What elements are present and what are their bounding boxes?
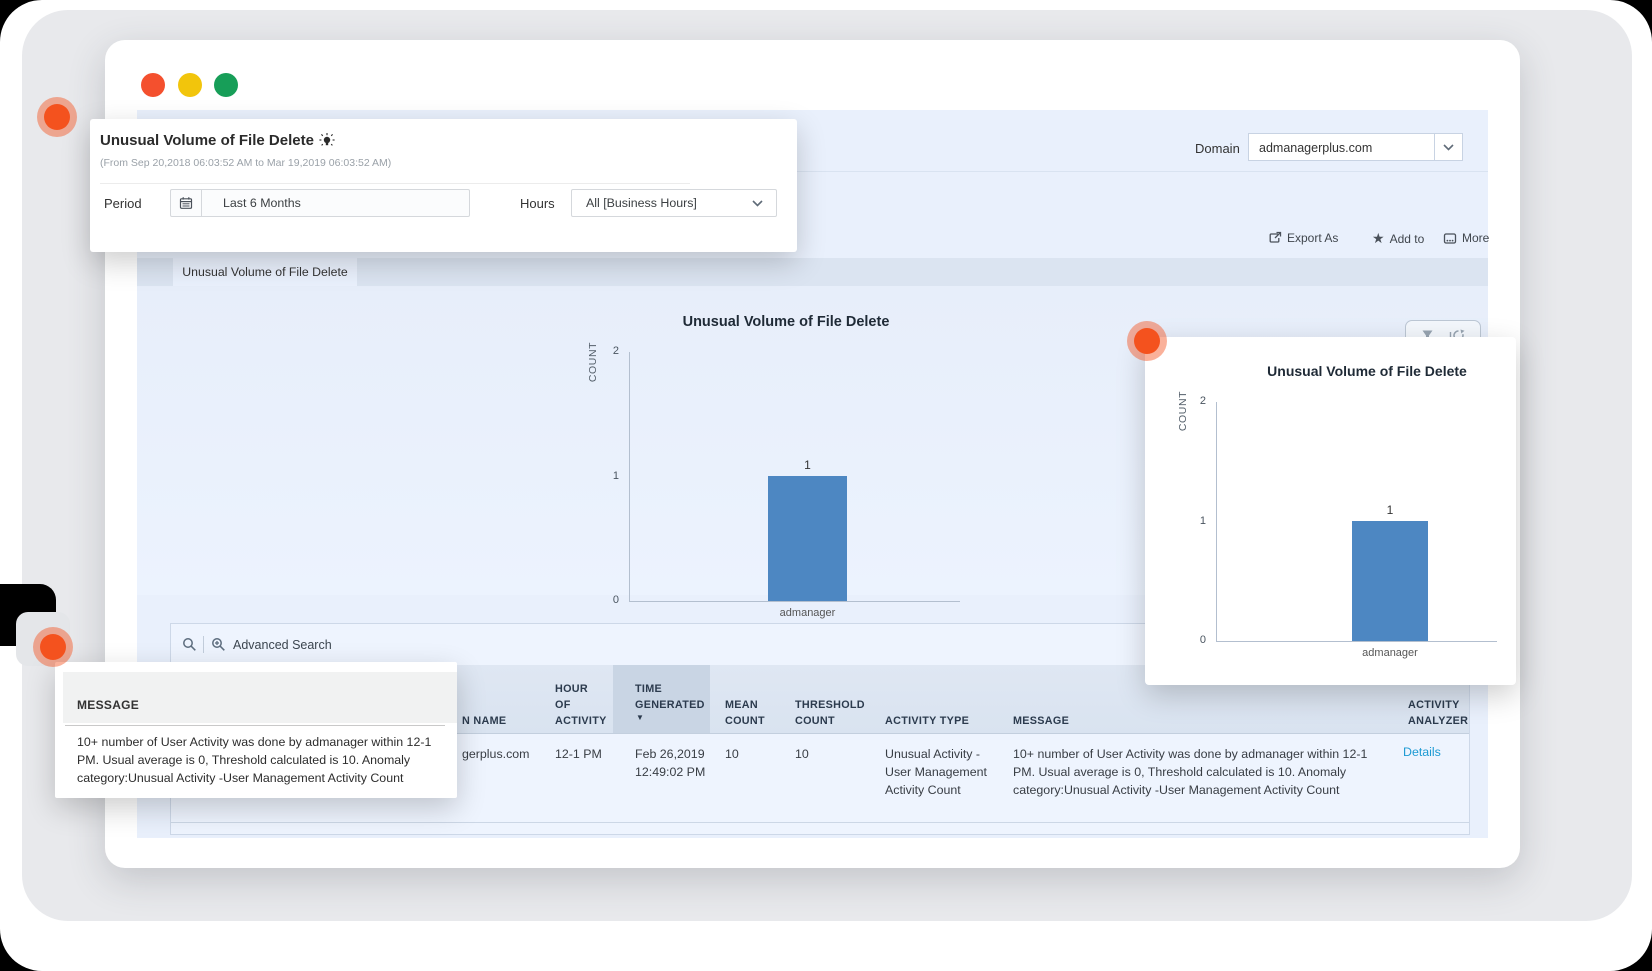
- cell-hour-of-activity: 12-1 PM: [555, 747, 602, 761]
- chart-title: Unusual Volume of File Delete: [1267, 363, 1467, 379]
- column-header-activity-type[interactable]: ACTIVITY TYPE: [885, 713, 969, 729]
- y-tick-label: 2: [612, 345, 619, 357]
- x-axis-line: [629, 601, 960, 602]
- report-title: Unusual Volume of File Delete: [100, 132, 314, 149]
- tab-unusual-volume-of-file-delete[interactable]: Unusual Volume of File Delete: [173, 258, 357, 286]
- traffic-light-close[interactable]: [141, 73, 165, 97]
- y-tick-label: 0: [1199, 634, 1206, 646]
- cell-message: 10+ number of User Activity was done by …: [1013, 747, 1368, 797]
- insight-bulb-icon: [319, 133, 335, 146]
- callout-marker-chart: [1127, 321, 1167, 361]
- cell-threshold-count: 10: [795, 747, 809, 761]
- domain-select[interactable]: admanagerplus.com: [1248, 133, 1435, 161]
- add-to-button[interactable]: ★ Add to: [1372, 230, 1424, 247]
- report-header-callout: Unusual Volume of File Delete (From Sep …: [90, 119, 797, 252]
- main-bar-chart: Unusual Volume of File Delete COUNT 0 1 2 1 ad…: [555, 300, 1035, 630]
- more-icon: [1443, 232, 1457, 244]
- cell-activity-type: Unusual Activity -User Management Activi…: [885, 747, 987, 797]
- y-tick-label: 0: [612, 594, 619, 606]
- bar-admanager: [768, 476, 847, 601]
- bar-value-label: 1: [804, 458, 811, 472]
- star-icon: ★: [1372, 230, 1385, 246]
- callout-marker-dot: [40, 634, 66, 660]
- cell-mean-count: 10: [725, 747, 739, 761]
- sort-descending-icon[interactable]: ▼: [636, 713, 644, 722]
- y-tick-label: 2: [1199, 395, 1206, 407]
- column-header-hour-of-activity[interactable]: HOUR OF ACTIVITY: [555, 681, 606, 729]
- row-divider: [171, 822, 1469, 823]
- message-callout-header: MESSAGE: [77, 698, 140, 712]
- column-header-message[interactable]: MESSAGE: [1013, 713, 1069, 729]
- cell-time-generated: Feb 26,2019 12:49:02 PM: [635, 747, 706, 779]
- y-tick-label: 1: [1199, 514, 1206, 527]
- y-axis-line: [1216, 402, 1217, 641]
- report-date-range: (From Sep 20,2018 06:03:52 AM to Mar 19,…: [100, 157, 392, 169]
- column-header-activity-analyzer[interactable]: ACTIVITY ANALYZER: [1408, 697, 1470, 729]
- domain-select-chevron-button[interactable]: [1435, 133, 1463, 161]
- tab-label: Unusual Volume of File Delete: [182, 265, 348, 279]
- domain-label: Domain: [1195, 141, 1240, 156]
- column-header-time-generated[interactable]: TIME GENERATED: [635, 681, 705, 713]
- toolbar-separator: [203, 636, 204, 653]
- export-as-label: Export As: [1287, 231, 1339, 245]
- column-header-domain-name[interactable]: N NAME: [462, 713, 506, 729]
- calendar-icon: [179, 197, 193, 209]
- column-header-threshold-count[interactable]: THRESHOLD COUNT: [795, 697, 869, 729]
- page: Domain admanagerplus.com Export As ★ Add…: [0, 0, 1652, 971]
- export-icon: [1269, 231, 1282, 243]
- x-category-label: admanager: [1362, 647, 1418, 659]
- advanced-search-icon: [212, 638, 225, 651]
- calendar-button[interactable]: [171, 190, 202, 216]
- advanced-search-label: Advanced Search: [233, 637, 332, 652]
- advanced-search-button[interactable]: Advanced Search: [211, 637, 332, 652]
- hours-value: All [Business Hours]: [586, 196, 697, 210]
- hours-select[interactable]: All [Business Hours]: [571, 189, 777, 217]
- callout-marker-report-header: [37, 97, 77, 137]
- chart-zoom-callout: Unusual Volume of File Delete COUNT 0 1 2 1 ad…: [1145, 337, 1516, 685]
- message-callout: MESSAGE 10+ number of User Activity was …: [55, 662, 457, 798]
- card-divider: [100, 183, 690, 184]
- bar-value-label: 1: [1386, 503, 1394, 517]
- callout-marker-message: [33, 627, 73, 667]
- message-callout-divider: [65, 725, 445, 726]
- callout-marker-dot: [1134, 328, 1160, 354]
- callout-marker-dot: [44, 104, 70, 130]
- domain-select-value: admanagerplus.com: [1259, 141, 1373, 155]
- traffic-light-maximize[interactable]: [214, 73, 238, 97]
- more-label: More: [1462, 231, 1490, 245]
- search-icon: [183, 638, 196, 651]
- chevron-down-icon: [752, 200, 763, 207]
- details-link[interactable]: Details: [1403, 745, 1441, 759]
- x-category-label: admanager: [779, 607, 836, 619]
- y-axis-label: COUNT: [587, 341, 599, 383]
- y-axis-line: [629, 352, 630, 601]
- more-button[interactable]: More: [1443, 231, 1489, 245]
- add-to-label: Add to: [1389, 231, 1425, 246]
- search-button[interactable]: [182, 637, 197, 657]
- hours-label: Hours: [520, 196, 555, 211]
- bar-admanager: [1352, 521, 1428, 641]
- period-value: Last 6 Months: [223, 196, 301, 210]
- x-axis-line: [1216, 641, 1497, 642]
- cell-domain-name: gerplus.com: [462, 747, 530, 761]
- export-as-button[interactable]: Export As: [1268, 231, 1338, 245]
- traffic-light-minimize[interactable]: [178, 73, 202, 97]
- period-input[interactable]: Last 6 Months: [170, 189, 470, 217]
- message-callout-body: 10+ number of User Activity was done by …: [77, 735, 432, 785]
- y-tick-label: 1: [612, 469, 619, 482]
- chart-title: Unusual Volume of File Delete: [682, 314, 890, 330]
- column-header-mean-count[interactable]: MEAN COUNT: [725, 697, 769, 729]
- chevron-down-icon: [1443, 143, 1454, 151]
- y-axis-label: COUNT: [1177, 390, 1189, 432]
- period-label: Period: [104, 196, 142, 211]
